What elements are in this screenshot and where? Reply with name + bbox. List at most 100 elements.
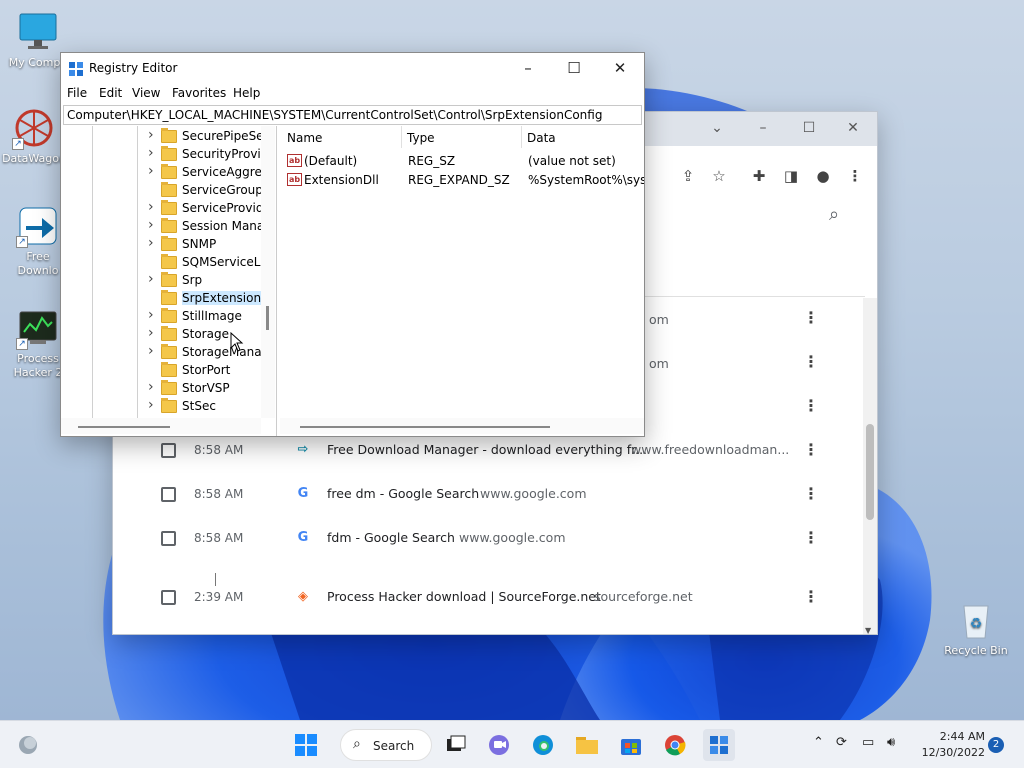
maximize-button[interactable]: ☐ <box>551 53 597 83</box>
microsoft-store-icon[interactable] <box>615 729 647 761</box>
tree-node[interactable]: SrpExtensionC <box>61 290 276 308</box>
taskbar-search-box[interactable]: ⌕ Search <box>340 729 432 761</box>
scrollbar-thumb[interactable] <box>78 426 170 428</box>
values-horizontal-scrollbar[interactable] <box>280 418 644 434</box>
minimize-button[interactable]: – <box>741 116 785 140</box>
chevron-right-icon[interactable]: › <box>148 307 158 323</box>
more-actions-icon[interactable]: ⋮ <box>801 585 821 609</box>
menu-help[interactable]: Help <box>233 86 260 100</box>
column-separator[interactable] <box>521 126 522 148</box>
history-row-title[interactable]: fdm - Google Search <box>327 530 455 545</box>
history-row-title[interactable]: Process Hacker download | SourceForge.ne… <box>327 589 601 604</box>
registry-tree[interactable]: › SecurePipeSer › SecurityProvid › ServiceAgg… <box>61 126 277 436</box>
tree-node[interactable]: StorPort <box>61 362 276 380</box>
more-actions-icon[interactable]: ⋮ <box>801 350 821 374</box>
tree-node[interactable]: › SecurityProvid <box>61 145 276 164</box>
chat-icon[interactable] <box>483 729 515 761</box>
weather-widget-icon[interactable] <box>12 729 44 761</box>
more-actions-icon[interactable]: ⋮ <box>801 394 821 418</box>
tree-node[interactable]: › StillImage <box>61 307 276 326</box>
regedit-titlebar[interactable]: Registry Editor – ☐ ✕ <box>61 53 644 85</box>
chevron-up-icon[interactable]: ⌃ <box>813 735 824 750</box>
tree-node[interactable]: ServiceGroupC <box>61 182 276 200</box>
column-header-type[interactable]: Type <box>407 131 435 145</box>
tree-vertical-scrollbar[interactable] <box>261 126 275 418</box>
chevron-right-icon[interactable]: › <box>148 127 158 143</box>
tree-node[interactable]: › Storage <box>61 325 276 344</box>
chevron-right-icon[interactable]: › <box>148 163 158 179</box>
side-panel-icon[interactable]: ◨ <box>777 162 805 190</box>
tree-node[interactable]: › Srp <box>61 271 276 290</box>
chevron-right-icon[interactable]: › <box>148 397 158 413</box>
chevron-down-icon[interactable]: ⌄ <box>695 116 739 140</box>
search-icon[interactable]: ⌕ <box>829 204 839 225</box>
scrollbar-thumb[interactable] <box>266 306 269 330</box>
registry-editor-taskbar-icon[interactable] <box>703 729 735 761</box>
chevron-right-icon[interactable]: › <box>148 217 158 233</box>
chrome-scrollbar[interactable]: ▼ <box>863 298 877 634</box>
chevron-right-icon[interactable]: › <box>148 271 158 287</box>
scrollbar-thumb[interactable] <box>300 426 550 428</box>
history-row-title[interactable]: free dm - Google Search <box>327 486 479 501</box>
tree-node[interactable]: › ServiceAggreg <box>61 163 276 182</box>
more-actions-icon[interactable]: ⋮ <box>801 438 821 462</box>
file-explorer-icon[interactable] <box>571 729 603 761</box>
tree-node[interactable]: › StorVSP <box>61 379 276 398</box>
column-header-data[interactable]: Data <box>527 131 556 145</box>
column-separator[interactable] <box>401 126 402 148</box>
tree-horizontal-scrollbar[interactable] <box>61 418 261 434</box>
tree-node[interactable]: SQMServiceLis <box>61 254 276 272</box>
tree-node[interactable]: › Session Manag <box>61 217 276 236</box>
sync-icon[interactable]: ⟳ <box>836 735 847 750</box>
history-row-checkbox[interactable] <box>161 531 176 546</box>
scroll-down-arrow-icon[interactable]: ▼ <box>865 626 871 634</box>
history-row-checkbox[interactable] <box>161 443 176 458</box>
task-view-icon[interactable] <box>440 729 472 761</box>
chevron-right-icon[interactable]: › <box>148 343 158 359</box>
history-row-checkbox[interactable] <box>161 590 176 605</box>
clock[interactable]: 2:44 AM 12/30/2022 <box>915 729 985 761</box>
history-row-checkbox[interactable] <box>161 487 176 502</box>
registry-editor-window[interactable]: Registry Editor – ☐ ✕ File Edit View Fav… <box>60 52 645 437</box>
close-button[interactable]: ✕ <box>831 116 875 140</box>
chrome-menu-icon[interactable]: ⋮ <box>841 162 869 190</box>
registry-value-row[interactable]: ab (Default) REG_SZ (value not set) <box>280 152 644 170</box>
tree-node[interactable]: › ServiceProvide <box>61 199 276 218</box>
tree-node[interactable]: › StSec <box>61 397 276 416</box>
more-actions-icon[interactable]: ⋮ <box>801 306 821 330</box>
history-row[interactable]: 8:58 AM G free dm - Google Search www.go… <box>137 473 837 517</box>
history-row-title[interactable]: Free Download Manager - download everyth… <box>327 442 647 457</box>
registry-values-pane[interactable]: Name Type Data ab (Default) REG_SZ (value n… <box>280 126 644 436</box>
profile-avatar-icon[interactable]: ● <box>809 162 837 190</box>
notification-badge[interactable]: 2 <box>988 737 1004 753</box>
tree-node[interactable]: › SecurePipeSer <box>61 127 276 146</box>
bookmark-star-icon[interactable]: ☆ <box>705 162 733 190</box>
menu-view[interactable]: View <box>132 86 160 100</box>
tree-node[interactable]: › StorageManag <box>61 343 276 362</box>
chevron-right-icon[interactable]: › <box>148 145 158 161</box>
desktop-icon-recycle-bin[interactable]: ♻ Recycle Bin <box>940 598 1012 657</box>
chevron-right-icon[interactable]: › <box>148 379 158 395</box>
start-button-icon[interactable] <box>290 729 322 761</box>
chevron-right-icon[interactable]: › <box>148 325 158 341</box>
scrollbar-thumb[interactable] <box>866 424 874 520</box>
extensions-icon[interactable]: ✚ <box>745 162 773 190</box>
volume-icon[interactable]: 🔊︎ <box>887 735 895 750</box>
more-actions-icon[interactable]: ⋮ <box>801 526 821 550</box>
close-button[interactable]: ✕ <box>597 53 643 83</box>
network-icon[interactable]: ▭ <box>862 735 874 750</box>
more-actions-icon[interactable]: ⋮ <box>801 482 821 506</box>
menu-favorites[interactable]: Favorites <box>172 86 226 100</box>
menu-file[interactable]: File <box>67 86 87 100</box>
chrome-browser-icon[interactable] <box>659 729 691 761</box>
chevron-right-icon[interactable]: › <box>148 235 158 251</box>
address-bar[interactable]: Computer\HKEY_LOCAL_MACHINE\SYSTEM\Curre… <box>63 105 642 125</box>
history-row[interactable]: 8:58 AM G fdm - Google Search www.google… <box>137 517 837 561</box>
share-icon[interactable]: ⇪ <box>674 162 702 190</box>
registry-value-row[interactable]: ab ExtensionDll REG_EXPAND_SZ %SystemRoot%\… <box>280 171 644 189</box>
history-row[interactable]: 2:39 AM ◈ Process Hacker download | Sour… <box>137 576 837 620</box>
minimize-button[interactable]: – <box>505 53 551 83</box>
chevron-right-icon[interactable]: › <box>148 199 158 215</box>
tree-node[interactable]: › SNMP <box>61 235 276 254</box>
menu-edit[interactable]: Edit <box>99 86 122 100</box>
